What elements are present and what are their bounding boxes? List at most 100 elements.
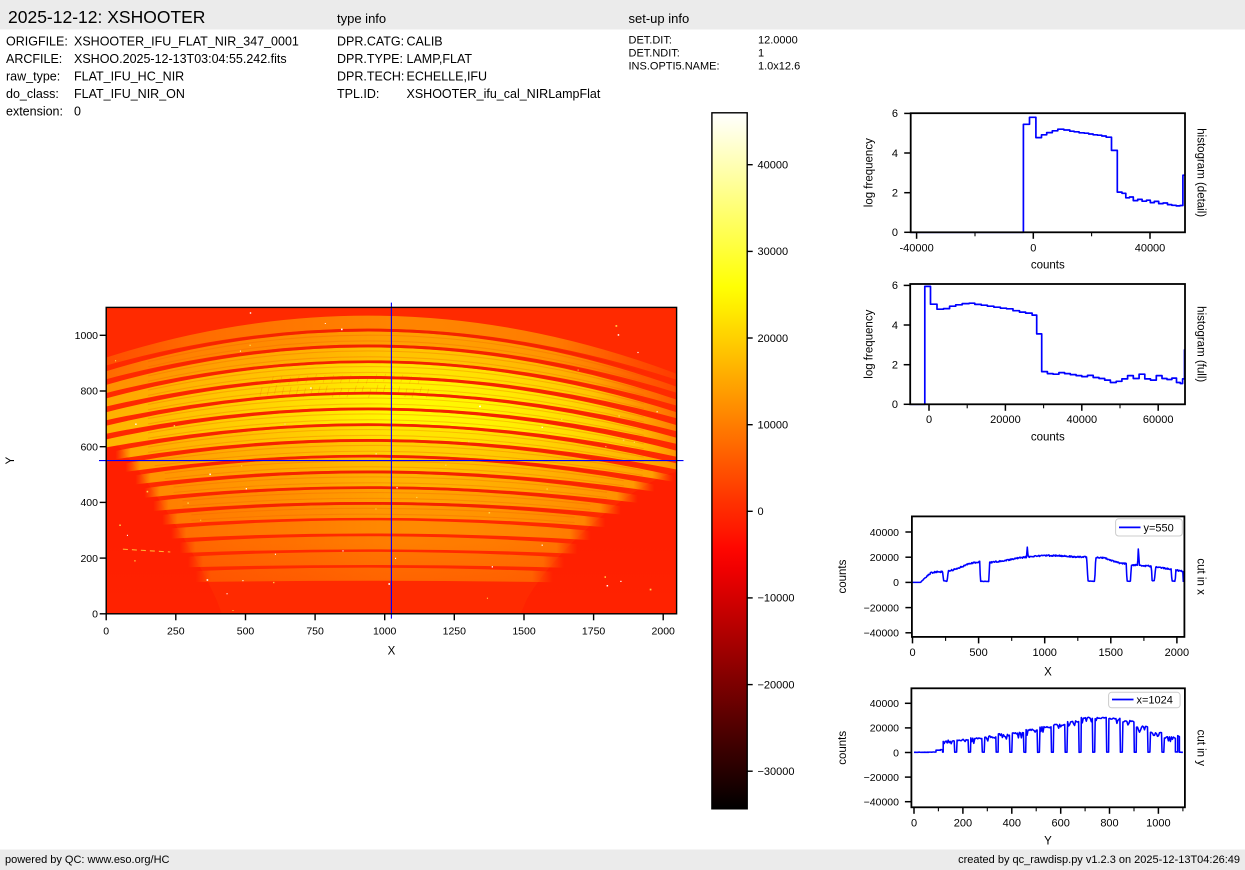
svg-text:ECHELLE,IFU: ECHELLE,IFU: [407, 70, 488, 84]
svg-text:powered by QC: www.eso.org/HC: powered by QC: www.eso.org/HC: [5, 854, 170, 866]
svg-text:1500: 1500: [512, 626, 536, 638]
svg-text:cut in y: cut in y: [1195, 730, 1207, 767]
svg-text:do_class:: do_class:: [6, 87, 59, 101]
svg-text:INS.OPTI5.NAME:: INS.OPTI5.NAME:: [629, 61, 720, 73]
svg-text:400: 400: [80, 497, 98, 509]
svg-text:250: 250: [167, 626, 185, 638]
svg-text:XSHOOTER_ifu_cal_NIRLampFlat: XSHOOTER_ifu_cal_NIRLampFlat: [407, 87, 601, 101]
svg-text:log frequency: log frequency: [864, 138, 876, 207]
svg-text:X: X: [1044, 667, 1052, 679]
svg-text:extension:: extension:: [6, 105, 63, 119]
svg-text:LAMP,FLAT: LAMP,FLAT: [407, 52, 473, 66]
svg-text:counts: counts: [837, 559, 849, 593]
svg-text:1000: 1000: [373, 626, 397, 638]
svg-text:750: 750: [306, 626, 324, 638]
svg-text:−20000: −20000: [758, 679, 795, 691]
svg-text:−40000: −40000: [864, 628, 899, 640]
svg-text:30000: 30000: [758, 246, 789, 258]
svg-text:−40000: −40000: [864, 797, 899, 809]
svg-text:0: 0: [909, 647, 915, 659]
svg-text:1: 1: [758, 48, 764, 60]
svg-text:−30000: −30000: [758, 766, 795, 778]
svg-text:500: 500: [237, 626, 255, 638]
svg-text:500: 500: [969, 647, 987, 659]
svg-text:counts: counts: [1031, 432, 1065, 444]
svg-text:2000: 2000: [1165, 647, 1189, 659]
svg-text:4: 4: [892, 148, 898, 160]
svg-text:800: 800: [1100, 818, 1118, 830]
svg-text:DET.DIT:: DET.DIT:: [629, 35, 672, 47]
svg-text:DET.NDIT:: DET.NDIT:: [629, 48, 680, 60]
svg-text:set-up info: set-up info: [629, 11, 690, 26]
svg-text:40000: 40000: [1135, 243, 1166, 255]
svg-text:counts: counts: [837, 731, 849, 765]
svg-text:6: 6: [892, 280, 898, 292]
svg-text:histogram (full): histogram (full): [1195, 306, 1207, 382]
svg-text:1000: 1000: [1146, 818, 1170, 830]
svg-text:0: 0: [92, 609, 98, 621]
svg-text:−20000: −20000: [864, 772, 899, 784]
svg-text:2000: 2000: [652, 626, 676, 638]
svg-text:Y: Y: [5, 456, 17, 464]
svg-text:DPR.TECH:: DPR.TECH:: [337, 70, 404, 84]
svg-text:0: 0: [893, 577, 899, 589]
svg-text:2: 2: [892, 360, 898, 372]
svg-text:-40000: -40000: [899, 243, 933, 255]
svg-text:0: 0: [1030, 243, 1036, 255]
svg-text:Y: Y: [1044, 836, 1052, 848]
svg-text:created by qc_rawdisp.py v1.2.: created by qc_rawdisp.py v1.2.3 on 2025-…: [958, 854, 1240, 866]
svg-text:20000: 20000: [870, 723, 899, 735]
svg-text:20000: 20000: [758, 333, 789, 345]
svg-text:X: X: [388, 646, 396, 658]
svg-text:CALIB: CALIB: [407, 35, 443, 49]
svg-text:x=1024: x=1024: [1137, 695, 1173, 707]
svg-text:XSHOO.2025-12-13T03:04:55.242.: XSHOO.2025-12-13T03:04:55.242.fits: [74, 52, 287, 66]
svg-text:200: 200: [954, 818, 972, 830]
svg-text:600: 600: [80, 441, 98, 453]
svg-text:0: 0: [893, 747, 899, 759]
svg-text:2: 2: [892, 188, 898, 200]
svg-text:0: 0: [926, 414, 932, 426]
svg-text:20000: 20000: [870, 552, 899, 564]
svg-text:0: 0: [911, 818, 917, 830]
svg-text:0: 0: [758, 506, 764, 518]
svg-text:log frequency: log frequency: [864, 309, 876, 378]
svg-text:counts: counts: [1031, 260, 1065, 272]
svg-text:TPL.ID:: TPL.ID:: [337, 87, 379, 101]
svg-text:ORIGFILE:: ORIGFILE:: [6, 35, 68, 49]
svg-text:DPR.TYPE:: DPR.TYPE:: [337, 52, 403, 66]
svg-text:1500: 1500: [1099, 647, 1123, 659]
svg-text:10000: 10000: [758, 420, 789, 432]
svg-text:FLAT_IFU_HC_NIR: FLAT_IFU_HC_NIR: [74, 70, 184, 84]
svg-text:2025-12-12: XSHOOTER: 2025-12-12: XSHOOTER: [8, 7, 205, 27]
svg-text:800: 800: [80, 386, 98, 398]
svg-text:6: 6: [892, 108, 898, 120]
svg-text:XSHOOTER_IFU_FLAT_NIR_347_0001: XSHOOTER_IFU_FLAT_NIR_347_0001: [74, 35, 299, 49]
svg-text:y=550: y=550: [1144, 523, 1174, 535]
svg-text:40000: 40000: [870, 527, 899, 539]
svg-text:0: 0: [892, 227, 898, 239]
svg-text:0: 0: [74, 105, 81, 119]
svg-text:12.0000: 12.0000: [758, 35, 798, 47]
svg-text:FLAT_IFU_NIR_ON: FLAT_IFU_NIR_ON: [74, 87, 185, 101]
svg-text:600: 600: [1052, 818, 1070, 830]
svg-text:20000: 20000: [990, 414, 1021, 426]
svg-text:−10000: −10000: [758, 593, 795, 605]
svg-text:1.0x12.6: 1.0x12.6: [758, 61, 800, 73]
svg-text:ARCFILE:: ARCFILE:: [6, 52, 62, 66]
svg-text:1750: 1750: [582, 626, 606, 638]
svg-text:40000: 40000: [1067, 414, 1098, 426]
svg-text:0: 0: [103, 626, 109, 638]
svg-text:−20000: −20000: [864, 602, 899, 614]
svg-text:4: 4: [892, 320, 898, 332]
svg-text:1000: 1000: [1032, 647, 1056, 659]
svg-text:40000: 40000: [758, 160, 789, 172]
svg-text:DPR.CATG:: DPR.CATG:: [337, 35, 404, 49]
svg-text:type info: type info: [337, 11, 386, 26]
svg-text:400: 400: [1003, 818, 1021, 830]
svg-text:1000: 1000: [75, 330, 99, 342]
svg-text:1250: 1250: [443, 626, 467, 638]
svg-text:60000: 60000: [1143, 414, 1174, 426]
svg-text:histogram (detail): histogram (detail): [1195, 128, 1207, 217]
svg-text:200: 200: [80, 553, 98, 565]
